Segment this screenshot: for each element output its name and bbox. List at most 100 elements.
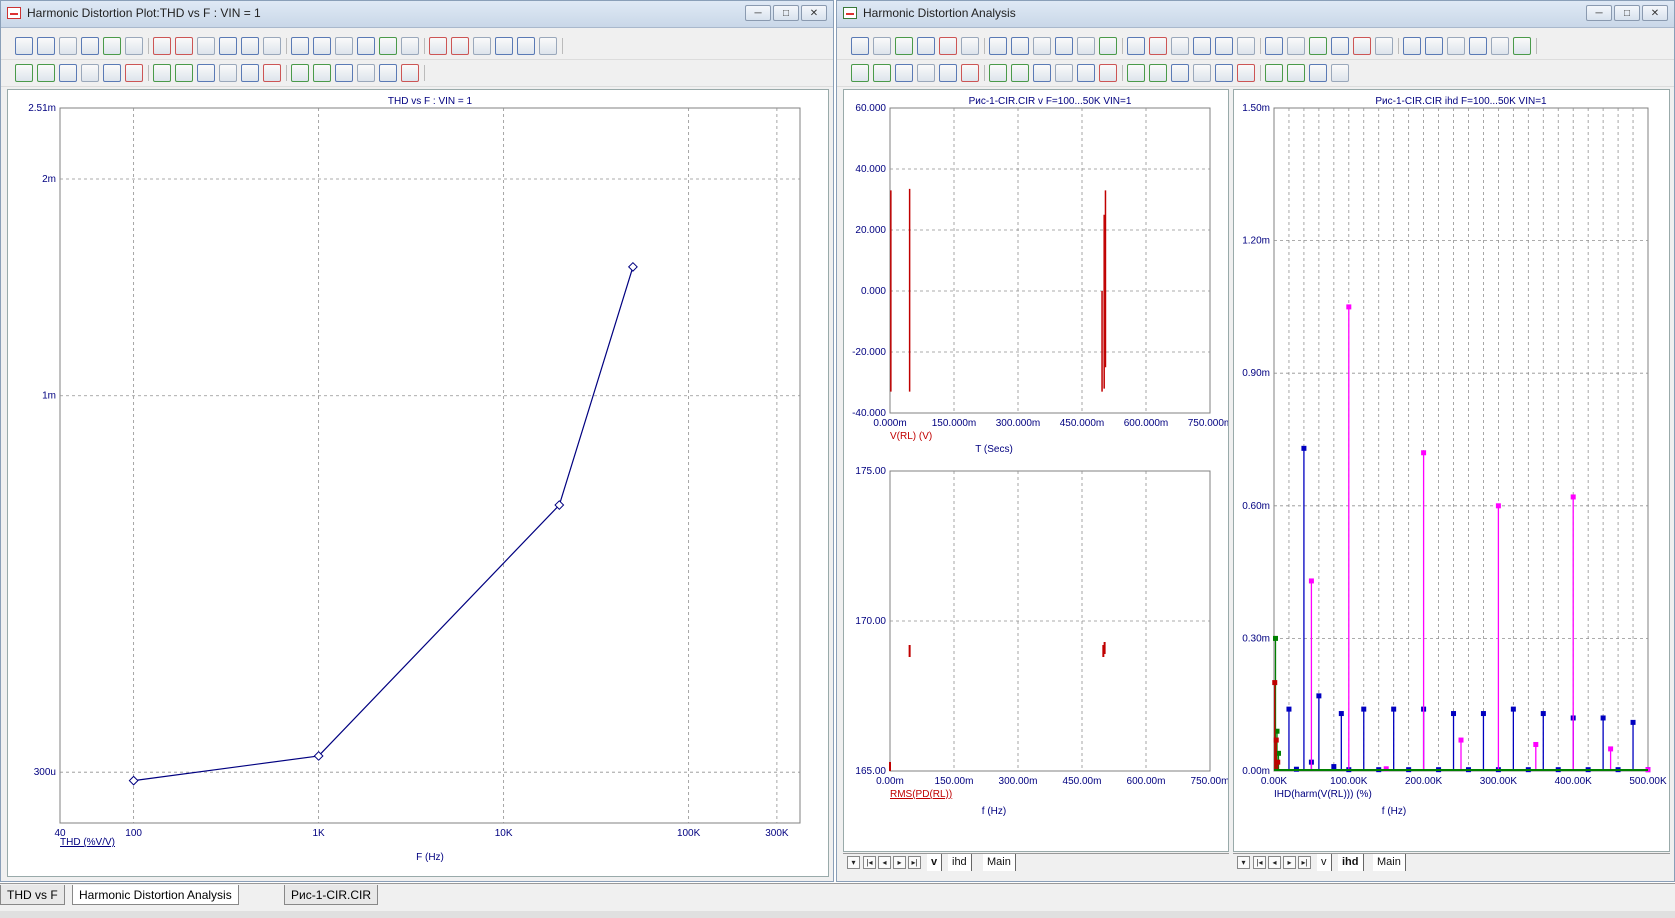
toolbar-button-4[interactable]	[917, 64, 935, 82]
toolbar-button-3[interactable]	[59, 64, 77, 82]
toolbar-button-10[interactable]	[219, 37, 237, 55]
toolbar-button-19[interactable]	[1265, 37, 1283, 55]
toolbar-button-7[interactable]	[989, 64, 1007, 82]
thd-vs-f-chart[interactable]: 40 100 1K 10K 100K 300K300u1m2m2.51mTHD vs F …	[8, 90, 828, 876]
toolbar-button-25[interactable]	[1403, 37, 1421, 55]
toolbar-button-6[interactable]	[961, 64, 979, 82]
toolbar-button-15[interactable]	[1171, 37, 1189, 55]
toolbar-button-16[interactable]	[357, 64, 375, 82]
toolbar-button-2[interactable]	[37, 64, 55, 82]
toolbar-button-9[interactable]	[197, 64, 215, 82]
toolbar-button-24[interactable]	[539, 37, 557, 55]
toolbar-button-21[interactable]	[1309, 64, 1327, 82]
minimize-button[interactable]: ─	[745, 5, 771, 21]
toolbar-button-9[interactable]	[1033, 64, 1051, 82]
close-button[interactable]: ✕	[1642, 5, 1668, 21]
toolbar-button-10[interactable]	[219, 64, 237, 82]
toolbar-button-13[interactable]	[1127, 64, 1145, 82]
toolbar-button-19[interactable]	[429, 37, 447, 55]
toolbar-button-3[interactable]	[895, 64, 913, 82]
toolbar-button-26[interactable]	[1425, 37, 1443, 55]
toolbar-button-24[interactable]	[1375, 37, 1393, 55]
toolbar-button-9[interactable]	[197, 37, 215, 55]
toolbar-button-2[interactable]	[873, 64, 891, 82]
toolbar-button-16[interactable]	[357, 37, 375, 55]
doc-tab[interactable]: THD vs F	[0, 885, 65, 905]
toolbar-button-27[interactable]	[1447, 37, 1465, 55]
toolbar-button-8[interactable]	[175, 37, 193, 55]
right-tab-v[interactable]: v	[1317, 854, 1332, 871]
toolbar-button-13[interactable]	[1127, 37, 1145, 55]
toolbar-button-21[interactable]	[1309, 37, 1327, 55]
toolbar-button-16[interactable]	[1193, 37, 1211, 55]
toolbar-button-29[interactable]	[1491, 37, 1509, 55]
toolbar-button-1[interactable]	[851, 64, 869, 82]
toolbar-button-18[interactable]	[401, 37, 419, 55]
toolbar-button-8[interactable]	[1011, 64, 1029, 82]
toolbar-button-22[interactable]	[1331, 64, 1349, 82]
toolbar-button-14[interactable]	[313, 64, 331, 82]
toolbar-button-7[interactable]	[989, 37, 1007, 55]
toolbar-button-9[interactable]	[1033, 37, 1051, 55]
toolbar-button-8[interactable]	[1011, 37, 1029, 55]
toolbar-button-4[interactable]	[917, 37, 935, 55]
prev-page-icon[interactable]: ◂	[878, 856, 891, 869]
toolbar-button-21[interactable]	[473, 37, 491, 55]
title-bar[interactable]: Harmonic Distortion Analysis ─ □ ✕	[837, 1, 1674, 28]
maximize-button[interactable]: □	[1614, 5, 1640, 21]
toolbar-button-6[interactable]	[961, 37, 979, 55]
next-page-icon[interactable]: ▸	[893, 856, 906, 869]
toolbar-button-28[interactable]	[1469, 37, 1487, 55]
toolbar-button-16[interactable]	[1193, 64, 1211, 82]
toolbar-button-6[interactable]	[125, 64, 143, 82]
toolbar-button-19[interactable]	[1265, 64, 1283, 82]
close-button[interactable]: ✕	[801, 5, 827, 21]
toolbar-button-14[interactable]	[1149, 64, 1167, 82]
right-tab-ihd[interactable]: ihd	[1338, 854, 1364, 871]
toolbar-button-1[interactable]	[15, 64, 33, 82]
toolbar-button-14[interactable]	[313, 37, 331, 55]
dropdown-icon[interactable]: ▾	[847, 856, 860, 869]
toolbar-button-17[interactable]	[379, 37, 397, 55]
toolbar-button-5[interactable]	[103, 37, 121, 55]
first-page-icon[interactable]: |◂	[863, 856, 876, 869]
toolbar-button-23[interactable]	[1353, 37, 1371, 55]
toolbar-button-5[interactable]	[103, 64, 121, 82]
toolbar-button-17[interactable]	[1215, 37, 1233, 55]
last-page-icon[interactable]: ▸|	[908, 856, 921, 869]
toolbar-button-23[interactable]	[517, 37, 535, 55]
toolbar-button-1[interactable]	[851, 37, 869, 55]
mid-tab-ihd[interactable]: ihd	[948, 854, 972, 871]
toolbar-button-13[interactable]	[291, 64, 309, 82]
toolbar-button-12[interactable]	[1099, 37, 1117, 55]
toolbar-button-15[interactable]	[335, 64, 353, 82]
mid-tab-v[interactable]: v	[927, 854, 943, 871]
toolbar-button-7[interactable]	[153, 64, 171, 82]
toolbar-button-11[interactable]	[1077, 37, 1095, 55]
doc-tab[interactable]: Harmonic Distortion Analysis	[72, 885, 239, 905]
toolbar-button-11[interactable]	[241, 64, 259, 82]
dropdown-icon[interactable]: ▾	[1237, 856, 1250, 869]
toolbar-button-22[interactable]	[1331, 37, 1349, 55]
toolbar-button-20[interactable]	[1287, 37, 1305, 55]
toolbar-button-30[interactable]	[1513, 37, 1531, 55]
toolbar-button-18[interactable]	[401, 64, 419, 82]
toolbar-button-6[interactable]	[125, 37, 143, 55]
waveform-charts[interactable]: 0.000m 150.000m 300.000m 450.000m 600.000m 75…	[844, 90, 1232, 851]
toolbar-button-22[interactable]	[495, 37, 513, 55]
toolbar-button-14[interactable]	[1149, 37, 1167, 55]
toolbar-button-12[interactable]	[1099, 64, 1117, 82]
mid-tab-main[interactable]: Main	[983, 854, 1016, 871]
toolbar-button-5[interactable]	[939, 37, 957, 55]
maximize-button[interactable]: □	[773, 5, 799, 21]
toolbar-button-1[interactable]	[15, 37, 33, 55]
first-page-icon[interactable]: |◂	[1253, 856, 1266, 869]
next-page-icon[interactable]: ▸	[1283, 856, 1296, 869]
toolbar-button-18[interactable]	[1237, 64, 1255, 82]
toolbar-button-8[interactable]	[175, 64, 193, 82]
toolbar-button-2[interactable]	[37, 37, 55, 55]
toolbar-button-12[interactable]	[263, 37, 281, 55]
prev-page-icon[interactable]: ◂	[1268, 856, 1281, 869]
minimize-button[interactable]: ─	[1586, 5, 1612, 21]
toolbar-button-10[interactable]	[1055, 64, 1073, 82]
